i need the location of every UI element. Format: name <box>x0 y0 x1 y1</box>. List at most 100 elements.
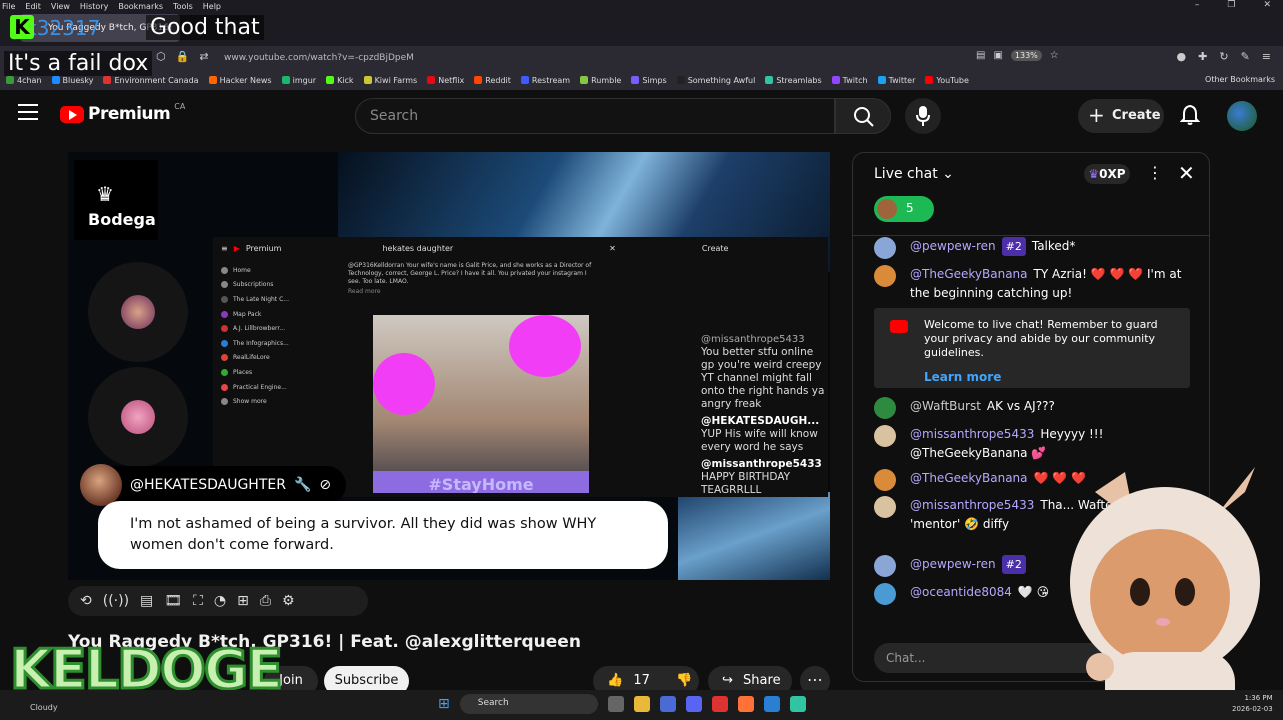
chat-author[interactable]: @pewpew-ren <box>910 557 996 571</box>
bookmark-item[interactable]: Restream <box>520 76 570 85</box>
copilot-icon[interactable] <box>659 696 676 712</box>
lock-icon[interactable]: 🔒 <box>176 50 190 63</box>
other-bookmarks[interactable]: Other Bookmarks <box>1205 75 1275 84</box>
bookmark-item[interactable]: Rumble <box>580 76 621 85</box>
bookmark-item[interactable]: 4chan <box>6 76 42 85</box>
chevron-down-icon: ⌄ <box>942 166 954 182</box>
search-input[interactable]: Search <box>355 98 835 134</box>
app-icon[interactable] <box>763 696 780 712</box>
firefox-icon[interactable] <box>737 696 754 712</box>
streamlabs-icon[interactable] <box>789 696 806 712</box>
sync-icon[interactable]: ↻ <box>1219 50 1228 63</box>
screenshot-icon[interactable]: ⎙ <box>260 593 271 609</box>
pen-icon[interactable]: ✎ <box>1241 50 1250 63</box>
bookmark-item[interactable]: Kiwi Farms <box>363 76 417 85</box>
bookmark-item[interactable]: imgur <box>281 76 316 85</box>
bookmark-item[interactable]: Reddit <box>474 76 511 85</box>
speed-icon[interactable]: ◔ <box>214 593 226 609</box>
bookmark-item[interactable]: Something Awful <box>676 76 755 85</box>
permissions-icon[interactable]: ⇄ <box>199 50 208 63</box>
notifications-icon[interactable] <box>1179 104 1201 130</box>
live-chat-title[interactable]: Live chat ⌄ <box>874 166 954 182</box>
chat-author[interactable]: @oceantide8084 <box>910 585 1012 599</box>
bookmark-item[interactable]: Environment Canada <box>103 76 199 85</box>
chat-avatar[interactable] <box>874 583 896 605</box>
chat-avatar[interactable] <box>874 496 896 518</box>
chat-avatar[interactable] <box>874 397 896 419</box>
search-button[interactable] <box>835 98 891 134</box>
menu-tools[interactable]: Tools <box>173 2 193 11</box>
close-chat-icon[interactable]: ✕ <box>1178 161 1195 185</box>
youtube-logo[interactable]: Premium CA <box>60 102 185 124</box>
minimize-icon[interactable]: – <box>1195 0 1200 12</box>
learn-more-link[interactable]: Learn more <box>924 370 1178 384</box>
chat-avatar[interactable] <box>874 469 896 491</box>
bookmark-item[interactable]: YouTube <box>925 76 969 85</box>
url-field[interactable]: www.youtube.com/watch?v=-cpzdBjDpeM <box>196 50 1076 66</box>
film-icon[interactable]: 🎞 <box>164 593 182 609</box>
chat-message: @WaftBurst AK vs AJ??? <box>874 397 1184 419</box>
task-view-icon[interactable] <box>607 696 624 712</box>
menu-edit[interactable]: Edit <box>25 2 41 11</box>
chat-options-icon[interactable]: ⋮ <box>1147 163 1163 182</box>
maximize-icon[interactable]: ❐ <box>1227 0 1235 12</box>
chat-avatar[interactable] <box>874 555 896 577</box>
chat-author[interactable]: @TheGeekyBanana <box>910 267 1028 281</box>
thumbs-down-icon[interactable]: 👎 <box>676 673 692 688</box>
menu-file[interactable]: File <box>2 2 15 11</box>
chat-avatar[interactable] <box>874 425 896 447</box>
system-clock[interactable]: 1:36 PM 2026-02-03 <box>1232 693 1273 715</box>
bookmark-item[interactable]: Kick <box>326 76 354 85</box>
restream-icon[interactable] <box>711 696 728 712</box>
chat-avatar[interactable] <box>874 237 896 259</box>
weather-widget[interactable]: Cloudy <box>30 703 58 712</box>
settings-icon[interactable]: ⚙ <box>282 593 295 609</box>
audio-icon[interactable]: ((·)) <box>103 593 129 609</box>
menu-view[interactable]: View <box>51 2 70 11</box>
chat-author[interactable]: @missanthrope5433 <box>910 427 1034 441</box>
windows-start-icon[interactable]: ⊞ <box>438 696 450 712</box>
app-menu-icon[interactable]: ≡ <box>1262 50 1271 63</box>
bookmark-item[interactable]: Hacker News <box>208 76 272 85</box>
chat-author[interactable]: @pewpew-ren <box>910 239 996 253</box>
bookmark-item[interactable]: Twitch <box>831 76 868 85</box>
chat-author[interactable]: @WaftBurst <box>910 399 981 413</box>
bookmark-item[interactable]: Twitter <box>877 76 915 85</box>
bookmark-item[interactable]: Streamlabs <box>765 76 822 85</box>
chat-avatar[interactable] <box>874 265 896 287</box>
taskbar-search[interactable]: Search <box>459 694 598 714</box>
shield-icon[interactable]: ⬡ <box>156 50 166 63</box>
puzzle-icon[interactable]: ✚ <box>1198 50 1207 63</box>
video-player[interactable]: ♛ Bodega ≡ ▶ Premium hekates daughter ✕ … <box>68 152 830 580</box>
voice-search-button[interactable] <box>905 98 941 134</box>
chat-author[interactable]: @missanthrope5433 <box>910 498 1034 512</box>
account-avatar[interactable] <box>1227 101 1257 131</box>
extension-icon[interactable]: ● <box>1177 50 1187 63</box>
add-icon[interactable]: ⊞ <box>237 593 249 609</box>
close-window-icon[interactable]: ✕ <box>1263 0 1271 12</box>
menu-help[interactable]: Help <box>203 2 221 11</box>
reader-view-icon[interactable]: ▤ <box>976 50 985 61</box>
pip-icon[interactable]: ▣ <box>993 50 1002 61</box>
resize-icon[interactable]: ⛶ <box>193 593 203 609</box>
chat-author[interactable]: @TheGeekyBanana <box>910 471 1028 485</box>
xp-badge[interactable]: ♛0XP <box>1084 164 1130 184</box>
rank-badge: #2 <box>1001 237 1026 256</box>
bookmark-item[interactable]: Bluesky <box>51 76 93 85</box>
file-explorer-icon[interactable] <box>633 696 650 712</box>
zoom-level[interactable]: 133% <box>1010 50 1042 61</box>
menu-icon[interactable] <box>18 104 38 120</box>
menu-history[interactable]: History <box>80 2 108 11</box>
loop-icon[interactable]: ⟲ <box>80 593 92 609</box>
discord-icon[interactable] <box>685 696 702 712</box>
cinema-icon[interactable]: ▤ <box>140 593 153 609</box>
bookmark-item[interactable]: Netflix <box>427 76 464 85</box>
inner-close-icon: ✕ <box>609 243 616 253</box>
inner-menu-icon: ≡ <box>221 243 228 253</box>
inner-chat-message: @HEKATESDAUGH... YUP His wife will know e… <box>701 415 826 454</box>
bookmark-star-icon[interactable]: ☆ <box>1050 50 1059 61</box>
bookmark-item[interactable]: Simps <box>631 76 667 85</box>
bookmark-favicon-icon <box>363 76 372 84</box>
menu-bookmarks[interactable]: Bookmarks <box>118 2 163 11</box>
taskbar-icons: ⊞ Search <box>438 694 806 714</box>
